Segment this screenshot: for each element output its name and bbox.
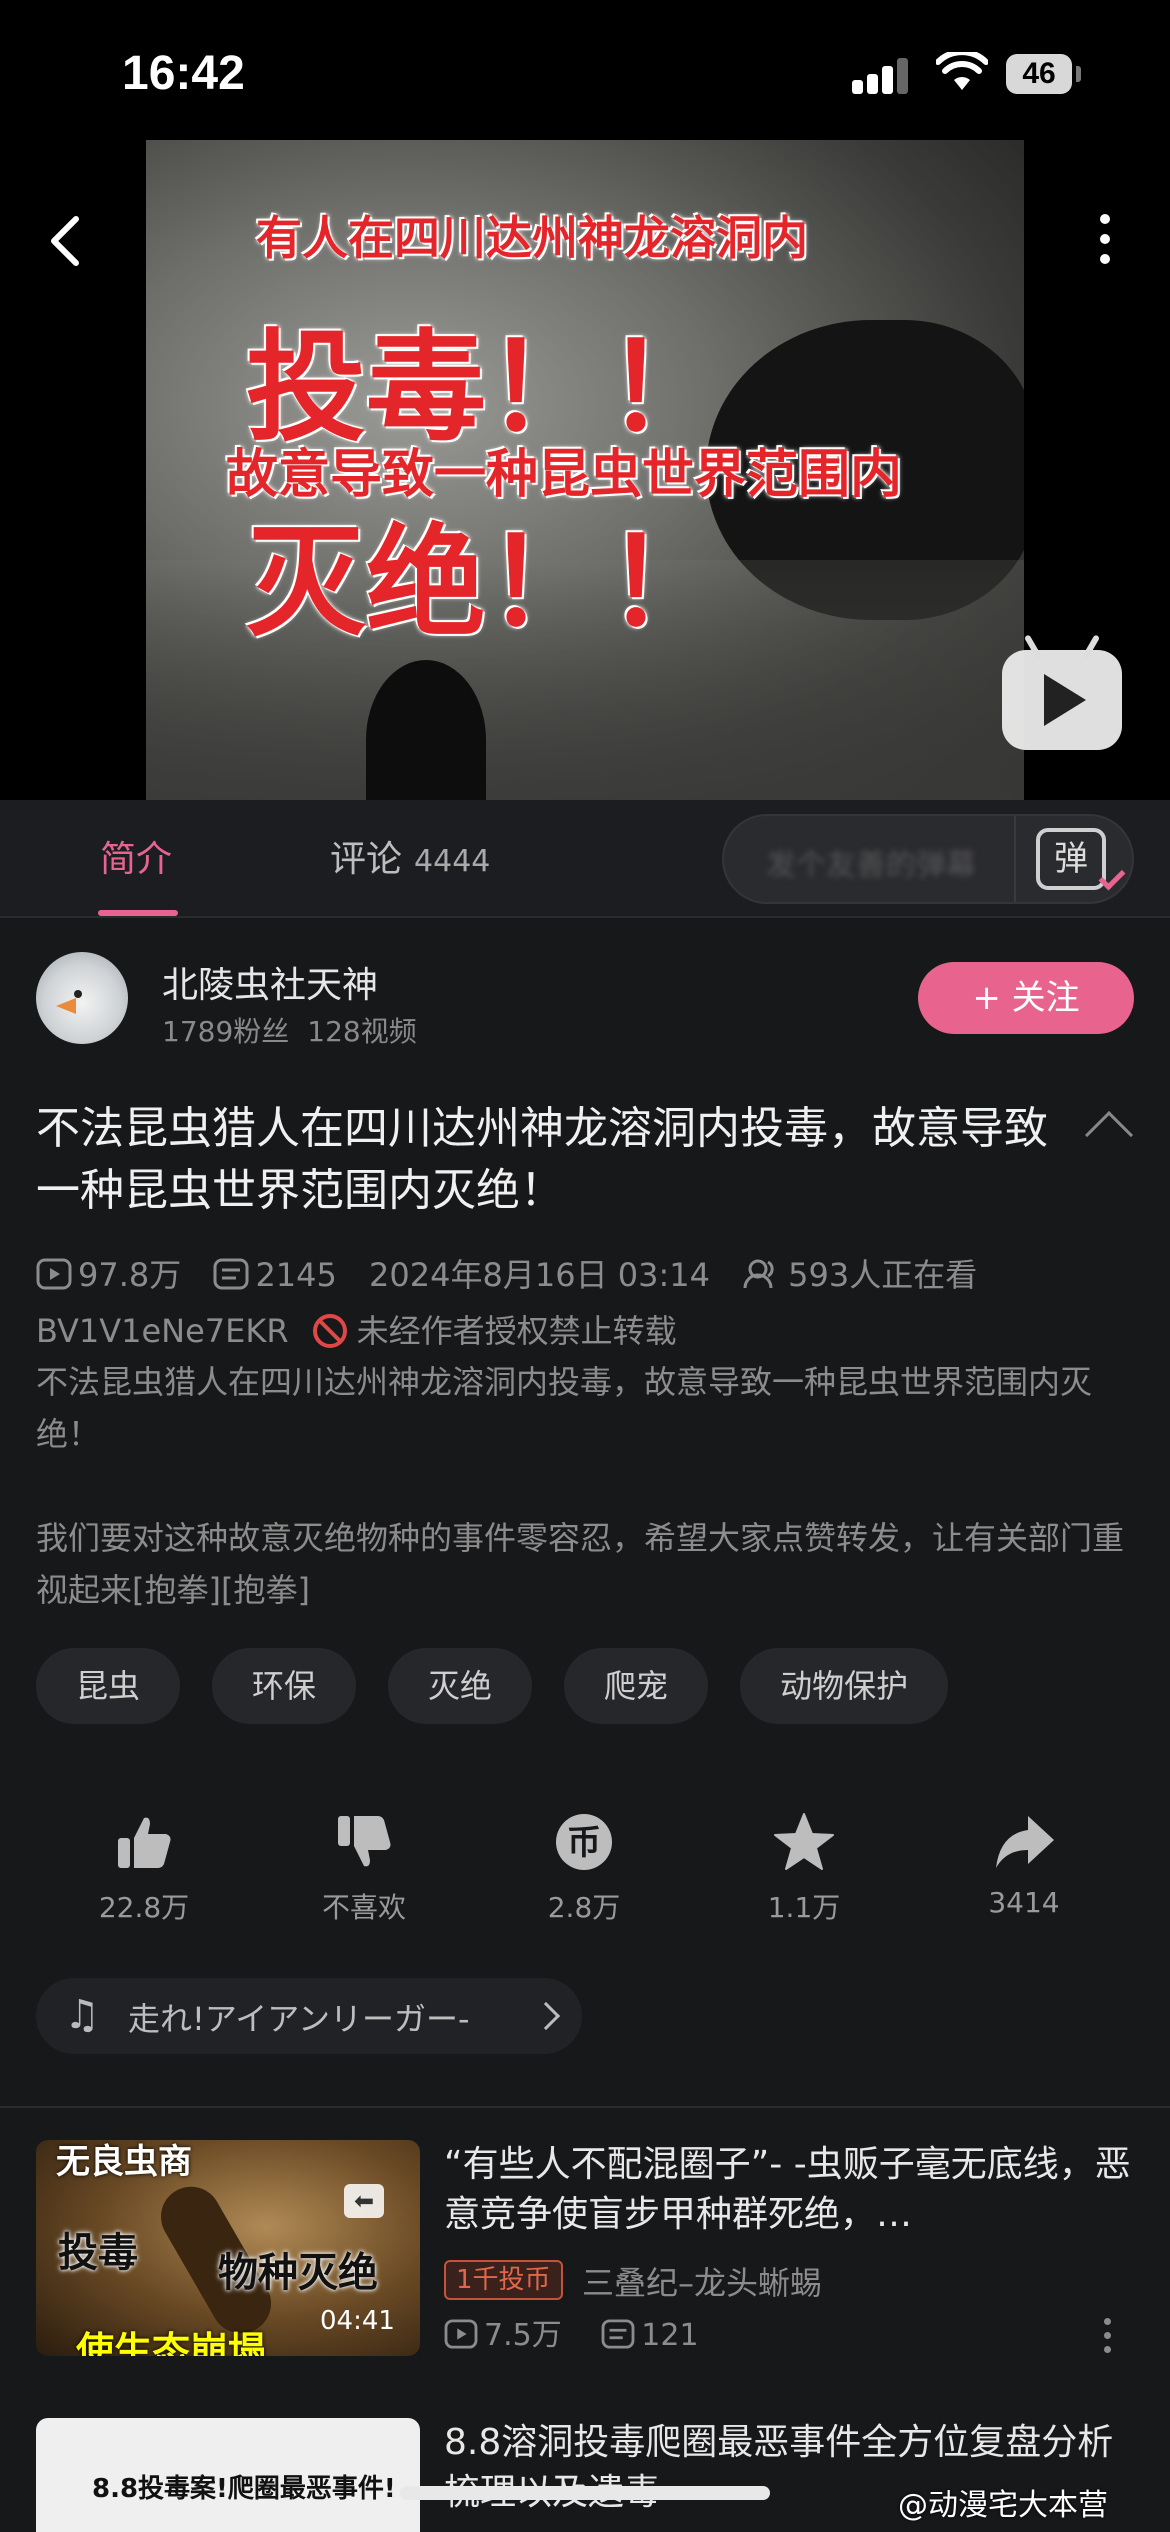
coin-icon: 币 (556, 1814, 612, 1870)
follower-count: 1789粉丝 (162, 1015, 290, 1048)
back-icon[interactable] (40, 205, 90, 275)
related-danmaku: 121 (641, 2318, 699, 2353)
video-meta: 97.8万 2145 2024年8月16日 03:14 593人正在看 (36, 1250, 999, 1296)
home-indicator[interactable] (400, 2486, 770, 2500)
like-button[interactable]: 22.8万 (64, 1810, 224, 1926)
tab-active-indicator (98, 910, 178, 916)
view-count: 97.8万 (78, 1256, 182, 1294)
more-options-icon[interactable] (1090, 210, 1120, 270)
video-thumbnail[interactable]: 有人在四川达州神龙溶洞内 投毒！！ 故意导致一种昆虫世界范围内 灭绝！！ (146, 140, 1024, 800)
danmaku-count: 2145 (255, 1256, 337, 1294)
music-title: 走れ!アイアンリーガー- (128, 2000, 470, 2038)
related-stats: 7.5万 121 (444, 2310, 729, 2354)
related-thumbnail[interactable]: 8.8投毒案!爬圈最恶事件! (36, 2418, 420, 2532)
danmaku-toggle-icon[interactable]: 弹 (1036, 828, 1106, 890)
thumbnail-caption: 有人在四川达州神龙溶洞内 (256, 211, 808, 265)
video-title: 不法昆虫猎人在四川达州神龙溶洞内投毒，故意导致一种昆虫世界范围内灭绝！ (36, 1103, 1048, 1216)
thumbnail-caption: 投毒 (58, 2230, 138, 2276)
danmaku-count-icon (601, 2319, 635, 2349)
dislike-button[interactable]: 不喜欢 (284, 1810, 444, 1926)
follow-button[interactable]: + 关注 (918, 962, 1134, 1034)
tag-list: 昆虫 环保 灭绝 爬宠 动物保护 (36, 1648, 949, 1724)
coin-badge: 1千投币 (444, 2260, 563, 2300)
watching-icon (743, 1259, 774, 1289)
description-paragraph: 不法昆虫猎人在四川达州神龙溶洞内投毒，故意导致一种昆虫世界范围内灭绝！ (36, 1363, 1093, 1453)
watching-count: 593人正在看 (788, 1256, 978, 1294)
video-description: 不法昆虫猎人在四川达州神龙溶洞内投毒，故意导致一种昆虫世界范围内灭绝！ 我们要对… (36, 1356, 1126, 1616)
tab-comments[interactable]: 评论 4444 (330, 830, 490, 882)
bvid: BV1V1eNe7EKR (36, 1312, 289, 1350)
status-time: 16:42 (122, 47, 245, 100)
description-paragraph: 我们要对这种故意灭绝物种的事件零容忍，希望大家点赞转发，让有关部门重视起来[抱拳… (36, 1519, 1125, 1609)
music-note-icon: ♫ (64, 1992, 100, 2038)
divider (1014, 816, 1016, 902)
avatar[interactable] (36, 952, 128, 1044)
chevron-right-icon (531, 2001, 561, 2031)
video-count: 128视频 (307, 1015, 417, 1048)
related-thumbnail[interactable]: 无良虫商 投毒 物种灭绝 使生态崩塌 ⬅ 04:41 (36, 2140, 420, 2356)
tag-chip[interactable]: 灭绝 (388, 1648, 533, 1724)
play-tv-icon[interactable] (1002, 634, 1122, 750)
play-count-icon (444, 2319, 478, 2349)
video-id-row: BV1V1eNe7EKR 未经作者授权禁止转载 (36, 1306, 677, 1352)
related-author[interactable]: 三叠纪–龙头蜥蜴 (582, 2258, 822, 2304)
thumbs-up-icon (118, 1817, 171, 1868)
tag-chip[interactable]: 爬宠 (564, 1648, 709, 1724)
danmaku-count-icon (213, 1258, 249, 1290)
thumbnail-caption: 物种灭绝 (218, 2250, 378, 2296)
svg-text:币: 币 (567, 1823, 601, 1863)
star-icon (774, 1813, 834, 1870)
like-count: 22.8万 (98, 1891, 190, 1924)
video-player[interactable]: 16:42 46 有人在四川达州神龙溶洞内 投毒！！ 故意导致一种昆虫世界范围内… (0, 0, 1170, 800)
danmaku-input[interactable]: 发个友善的弹幕 (766, 840, 976, 884)
danmaku-input-box[interactable]: 发个友善的弹幕 弹 (722, 814, 1134, 904)
dislike-label: 不喜欢 (321, 1891, 406, 1924)
video-duration: 04:41 (320, 2306, 395, 2336)
tab-comments-label: 评论 (330, 839, 403, 880)
battery-tip (1076, 66, 1081, 82)
favorite-count: 1.1万 (767, 1891, 841, 1924)
share-icon (996, 1816, 1054, 1868)
thumbs-down-icon (338, 1816, 391, 1867)
music-link[interactable]: ♫ 走れ!アイアンリーガー- (36, 1978, 582, 2054)
chevron-up-icon[interactable] (1084, 1110, 1134, 1160)
cellular-signal-icon (852, 58, 908, 94)
tab-intro[interactable]: 简介 (100, 830, 172, 882)
no-repost-icon (312, 1314, 347, 1348)
tag-chip[interactable]: 动物保护 (740, 1648, 949, 1724)
thumbnail-caption: 8.8投毒案!爬圈最恶事件! (92, 2474, 396, 2504)
related-views: 7.5万 (484, 2318, 562, 2353)
thumbnail-caption: 无良虫商 (56, 2142, 192, 2182)
favorite-button[interactable]: 1.1万 (724, 1810, 884, 1926)
action-bar: 22.8万 不喜欢 币 2.8万 1.1万 3414 (64, 1810, 1104, 1930)
tag-chip[interactable]: 昆虫 (36, 1648, 181, 1724)
share-arrow-icon: ⬅ (344, 2184, 384, 2218)
related-title[interactable]: “有些人不配混圈子”- -虫贩子毫无底线，恶意竞争使盲步甲种群死绝，… (444, 2140, 1140, 2240)
share-button[interactable]: 3414 (944, 1810, 1104, 1919)
tag-chip[interactable]: 环保 (212, 1648, 357, 1724)
more-options-icon[interactable] (1104, 2316, 1114, 2356)
uploader-name[interactable]: 北陵虫社天神 (162, 956, 378, 1008)
thumbnail-caption: 灭绝！！ (246, 514, 726, 653)
divider (0, 2106, 1170, 2108)
comments-count: 4444 (414, 844, 491, 879)
uploader-stats: 1789粉丝 128视频 (162, 1010, 417, 1050)
coin-button[interactable]: 币 2.8万 (504, 1810, 664, 1926)
watermark: @动漫宅大本营 (898, 2488, 1108, 2523)
no-repost-notice: 未经作者授权禁止转载 (356, 1312, 677, 1350)
play-count-icon (36, 1258, 72, 1290)
publish-date: 2024年8月16日 03:14 (369, 1256, 710, 1294)
share-count: 3414 (988, 1886, 1060, 1919)
wifi-icon (936, 52, 988, 90)
coin-count: 2.8万 (547, 1891, 621, 1924)
battery-indicator: 46 (1006, 54, 1072, 94)
thumbnail-caption: 使生态崩塌 (76, 2329, 267, 2356)
